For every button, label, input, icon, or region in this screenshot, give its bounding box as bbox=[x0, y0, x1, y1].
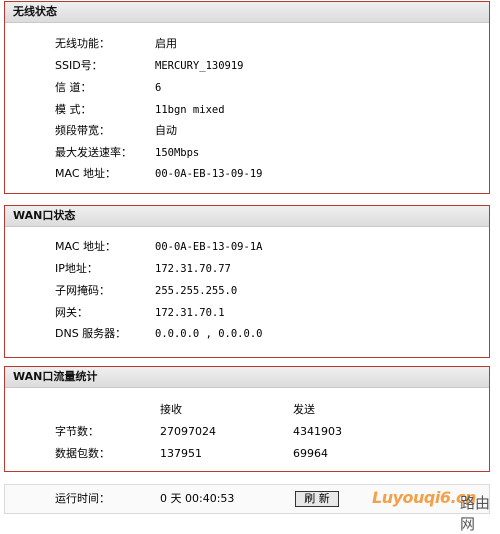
uptime-value: 0 天 00:40:53 bbox=[160, 492, 235, 505]
wireless-function-label: 无线功能： bbox=[55, 37, 110, 50]
wan-row-mac: MAC 地址： 00-0A-EB-13-09-1A bbox=[5, 239, 489, 255]
wireless-row-mode: 模 式： 11bgn mixed bbox=[5, 102, 489, 118]
wireless-status-title: 无线状态 bbox=[5, 2, 489, 23]
bytes-received-value: 27097024 bbox=[160, 425, 216, 438]
wan-status-panel: WAN口状态 MAC 地址： 00-0A-EB-13-09-1A IP地址： 1… bbox=[4, 205, 490, 358]
max-rate-label: 最大发送速率： bbox=[55, 146, 132, 159]
mode-value: 11bgn mixed bbox=[155, 104, 225, 116]
wan-status-title: WAN口状态 bbox=[5, 206, 489, 227]
dns-value: 0.0.0.0 , 0.0.0.0 bbox=[155, 328, 263, 340]
subnet-mask-value: 255.255.255.0 bbox=[155, 285, 238, 297]
send-column-header: 发送 bbox=[293, 403, 315, 416]
watermark-logo: Luyouqi6.cn 路由网 bbox=[372, 488, 496, 533]
watermark-cn-text: 路由网 bbox=[460, 494, 491, 533]
mode-label: 模 式： bbox=[55, 103, 92, 116]
wireless-row-mac: MAC 地址： 00-0A-EB-13-09-19 bbox=[5, 166, 489, 182]
ip-value: 172.31.70.77 bbox=[155, 263, 231, 275]
bandwidth-label: 频段带宽： bbox=[55, 124, 110, 137]
wireless-row-ssid: SSID号： MERCURY_130919 bbox=[5, 58, 489, 74]
wireless-row-bandwidth: 频段带宽： 自动 bbox=[5, 123, 489, 139]
max-rate-value: 150Mbps bbox=[155, 147, 200, 159]
wan-traffic-panel: WAN口流量统计 接收 发送 字节数： 27097024 4341903 数据包… bbox=[4, 366, 490, 472]
traffic-row-bytes: 字节数： 27097024 4341903 bbox=[5, 424, 489, 440]
packets-label: 数据包数： bbox=[55, 447, 110, 460]
ssid-value: MERCURY_130919 bbox=[155, 60, 244, 72]
wireless-row-channel: 信 道： 6 bbox=[5, 80, 489, 96]
packets-sent-value: 69964 bbox=[293, 447, 328, 460]
wan-traffic-title: WAN口流量统计 bbox=[5, 367, 489, 388]
wireless-function-value: 启用 bbox=[155, 37, 177, 50]
uptime-label: 运行时间： bbox=[55, 492, 110, 505]
wan-row-mask: 子网掩码： 255.255.255.0 bbox=[5, 283, 489, 299]
wan-mac-label: MAC 地址： bbox=[55, 240, 116, 253]
wan-row-dns: DNS 服务器： 0.0.0.0 , 0.0.0.0 bbox=[5, 326, 489, 342]
traffic-header-row: 接收 发送 bbox=[5, 402, 489, 418]
ssid-label: SSID号： bbox=[55, 59, 103, 72]
bandwidth-value: 自动 bbox=[155, 124, 177, 137]
dns-label: DNS 服务器： bbox=[55, 327, 127, 340]
wan-row-ip: IP地址： 172.31.70.77 bbox=[5, 261, 489, 277]
receive-column-header: 接收 bbox=[160, 403, 182, 416]
ip-label: IP地址： bbox=[55, 262, 98, 275]
traffic-row-packets: 数据包数： 137951 69964 bbox=[5, 446, 489, 462]
channel-label: 信 道： bbox=[55, 81, 92, 94]
wan-row-gateway: 网关： 172.31.70.1 bbox=[5, 305, 489, 321]
wireless-row-max-rate: 最大发送速率： 150Mbps bbox=[5, 145, 489, 161]
packets-received-value: 137951 bbox=[160, 447, 202, 460]
wireless-mac-value: 00-0A-EB-13-09-19 bbox=[155, 168, 263, 180]
bytes-label: 字节数： bbox=[55, 425, 99, 438]
channel-value: 6 bbox=[155, 82, 162, 94]
wireless-mac-label: MAC 地址： bbox=[55, 167, 116, 180]
gateway-label: 网关： bbox=[55, 306, 88, 319]
subnet-mask-label: 子网掩码： bbox=[55, 284, 110, 297]
wireless-status-panel: 无线状态 无线功能： 启用 SSID号： MERCURY_130919 信 道：… bbox=[4, 1, 490, 194]
gateway-value: 172.31.70.1 bbox=[155, 307, 225, 319]
refresh-button[interactable]: 刷 新 bbox=[295, 491, 339, 507]
wireless-row-function: 无线功能： 启用 bbox=[5, 36, 489, 52]
wan-mac-value: 00-0A-EB-13-09-1A bbox=[155, 241, 263, 253]
bytes-sent-value: 4341903 bbox=[293, 425, 342, 438]
